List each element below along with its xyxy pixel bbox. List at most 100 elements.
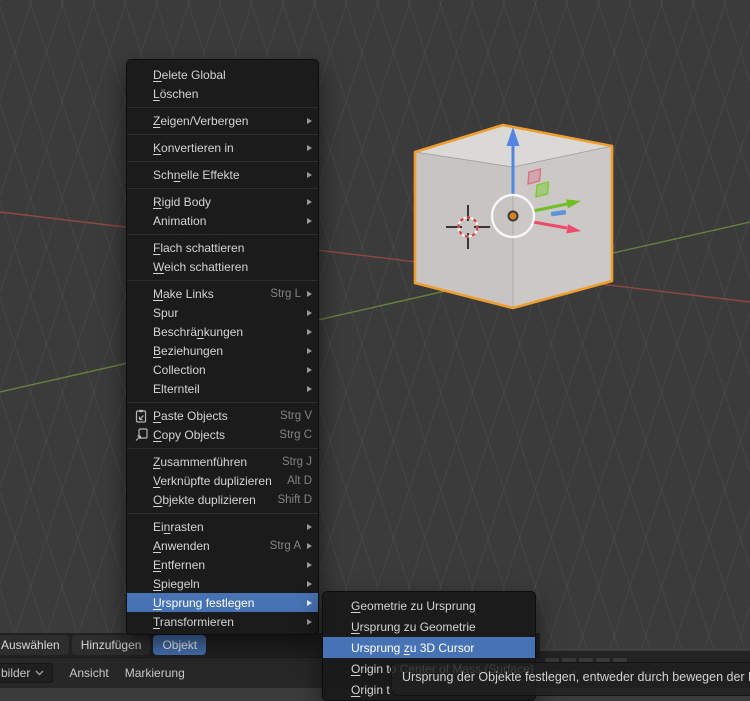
mnemonic-underline: R [153,194,162,209]
menu-item-schnelle-effekte[interactable]: Schnelle Effekte [127,165,318,184]
menu-item-rigid-body[interactable]: Rigid Body [127,192,318,211]
menu-item-right [305,347,312,354]
mnemonic-underline: z [403,640,410,655]
timeline-menu-markierung[interactable]: Markierung [117,663,193,683]
gizmo-x-axis-handle[interactable] [532,220,581,234]
menu-item-shortcut: Strg V [280,409,312,422]
mnemonic-underline: U [153,595,162,610]
submenu-arrow-icon [307,618,312,625]
menu-item-l-schen[interactable]: Löschen [127,84,318,103]
menu-item-shortcut: Alt D [287,474,312,487]
submenu-arrow-icon [307,599,312,606]
mnemonic-underline: n [173,167,181,182]
menu-separator [127,130,318,138]
menu-item-ursprung-zu-3d-cursor[interactable]: Ursprung zu 3D Cursor [323,637,535,658]
menu-item-geometrie-zu-ursprung[interactable]: Geometrie zu Ursprung [323,595,535,616]
gizmo-center-ring[interactable] [490,193,536,239]
header-menu-objekt[interactable]: Objekt [153,635,207,655]
menu-separator [127,509,318,517]
submenu-arrow-icon [307,580,312,587]
menu-item-label: Copy Objects [153,427,226,442]
menu-separator [127,184,318,192]
header-menu-hinzuf-gen[interactable]: Hinzufügen [71,635,151,655]
submenu-arrow-icon [307,144,312,151]
menu-item-delete-global[interactable]: Delete Global [127,65,318,84]
menu-item-right [305,385,312,392]
submenu-arrow-icon [307,523,312,530]
menu-item-label: Transformieren [153,614,234,629]
menu-item-konvertieren-in[interactable]: Konvertieren in [127,138,318,157]
menu-item-label: Anwenden [153,538,210,553]
menu-item-weich-schattieren[interactable]: Weich schattieren [127,257,318,276]
menu-item-transformieren[interactable]: Transformieren [127,612,318,631]
menu-item-copy-objects[interactable]: Copy Objects Strg C [127,425,318,444]
menu-item-right [305,171,312,178]
menu-item-right [305,217,312,224]
cube-top-face [415,125,612,167]
menu-item-collection[interactable]: Collection [127,360,318,379]
menu-item-verkn-pfte-duplizieren[interactable]: Verknüpfte duplizieren Alt D [127,471,318,490]
menu-item-right: Strg C [279,429,312,441]
menu-item-make-links[interactable]: Make Links Strg L [127,284,318,303]
menu-item-label: Löschen [153,86,199,101]
move-gizmo[interactable] [490,127,581,239]
mnemonic-underline: O [351,682,361,697]
menu-item-label: Weich schattieren [153,259,249,274]
menu-item-flach-schattieren[interactable]: Flach schattieren [127,238,318,257]
menu-item-ursprung-zu-geometrie[interactable]: Ursprung zu Geometrie [323,616,535,637]
mnemonic-underline: K [153,140,162,155]
submenu-arrow-icon [307,309,312,316]
object-origin-dot [507,210,519,222]
menu-item-animation[interactable]: Animation [127,211,318,230]
mnemonic-underline: S [153,576,162,591]
menu-item-label: Einrasten [153,519,204,534]
menu-item-label: Geometrie zu Ursprung [351,598,476,613]
mnemonic-underline: B [153,343,162,358]
paste-icon [133,408,149,424]
menu-item-einrasten[interactable]: Einrasten [127,517,318,536]
menu-item-label: Objekte duplizieren [153,492,256,507]
menu-item-right [305,561,312,568]
gizmo-plane-handle-blue[interactable] [550,210,567,217]
menu-separator [127,398,318,406]
header-menu-ausw-hlen[interactable]: Auswählen [0,635,69,655]
cube-object[interactable] [413,123,614,310]
menu-item-objekte-duplizieren[interactable]: Objekte duplizieren Shift D [127,490,318,509]
menu-item-beschr-nkungen[interactable]: Beschränkungen [127,322,318,341]
menu-item-label: Ursprung festlegen [153,595,255,610]
menu-item-ursprung-festlegen[interactable]: Ursprung festlegen [127,593,318,612]
menu-item-elternteil[interactable]: Elternteil [127,379,318,398]
submenu-arrow-icon [307,328,312,335]
mnemonic-underline: V [153,473,161,488]
3d-viewport[interactable] [0,0,750,688]
menu-item-label: Entfernen [153,557,206,572]
menu-separator [127,103,318,111]
menu-item-spiegeln[interactable]: Spiegeln [127,574,318,593]
timeline-dropdown-bilder[interactable]: bilder [0,663,54,683]
gizmo-z-axis-handle[interactable] [506,127,520,196]
menu-item-zusammenf-hren[interactable]: Zusammenführen Strg J [127,452,318,471]
menu-item-zeigen-verbergen[interactable]: Zeigen/Verbergen [127,111,318,130]
menu-item-right [305,117,312,124]
mnemonic-underline: n [163,519,171,534]
mnemonic-underline: F [153,240,161,255]
menu-item-entfernen[interactable]: Entfernen [127,555,318,574]
menu-item-anwenden[interactable]: Anwenden Strg A [127,536,318,555]
menu-item-beziehungen[interactable]: Beziehungen [127,341,318,360]
menu-item-paste-objects[interactable]: Paste Objects Strg V [127,406,318,425]
timeline-menu-ansicht[interactable]: Ansicht [61,663,116,683]
viewport-scene [0,123,750,393]
menu-item-spur[interactable]: Spur [127,303,318,322]
menu-item-right [305,309,312,316]
gizmo-plane-handle-green[interactable] [535,181,550,198]
tooltip: Ursprung der Objekte festlegen, entweder… [391,662,750,696]
menu-item-label: Zeigen/Verbergen [153,113,249,128]
gizmo-plane-handle-red[interactable] [527,168,542,185]
submenu-arrow-icon [307,117,312,124]
menu-item-shortcut: Strg J [281,455,312,468]
menu-item-label: Delete Global [153,67,226,82]
menu-item-label: Rigid Body [153,194,212,209]
menu-item-label: Spiegeln [153,576,200,591]
gizmo-y-axis-handle[interactable] [532,199,581,213]
mnemonic-underline: G [351,598,361,613]
